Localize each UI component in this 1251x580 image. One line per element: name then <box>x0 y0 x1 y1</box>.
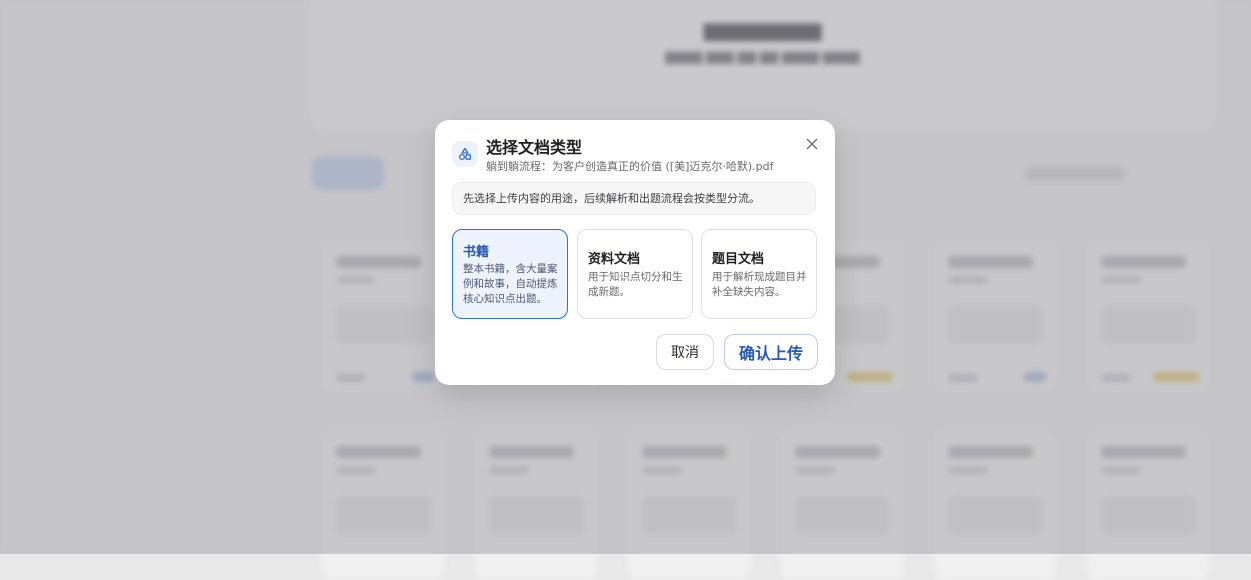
document-type-dialog: 选择文档类型 躺到躺流程：为客户创造真正的价值 ([美]迈克尔·哈默).pdf … <box>435 120 835 385</box>
option-title: 资料文档 <box>588 252 641 267</box>
option-question-document[interactable]: 题目文档 用于解析现成题目并补全缺失内容。 <box>701 229 817 319</box>
confirm-upload-button[interactable]: 确认上传 <box>724 334 818 370</box>
dialog-file-name: 躺到躺流程：为客户创造真正的价值 ([美]迈克尔·哈默).pdf <box>486 160 774 173</box>
cancel-button[interactable]: 取消 <box>656 334 714 370</box>
option-description: 用于解析现成题目并补全缺失内容。 <box>712 271 807 298</box>
option-reference-document[interactable]: 资料文档 用于知识点切分和生成新题。 <box>577 229 693 319</box>
dialog-hint: 先选择上传内容的用途，后续解析和出题流程会按类型分流。 <box>452 182 816 215</box>
close-icon[interactable] <box>804 136 820 152</box>
dialog-title: 选择文档类型 <box>486 138 583 157</box>
option-title: 书籍 <box>463 245 490 260</box>
option-title: 题目文档 <box>712 252 765 267</box>
option-book[interactable]: 书籍 整本书籍，含大量案例和故事，自动提炼核心知识点出题。 <box>452 229 568 319</box>
option-description: 用于知识点切分和生成新题。 <box>588 271 683 298</box>
option-description: 整本书籍，含大量案例和故事，自动提炼核心知识点出题。 <box>463 263 558 305</box>
shapes-icon <box>452 141 478 167</box>
